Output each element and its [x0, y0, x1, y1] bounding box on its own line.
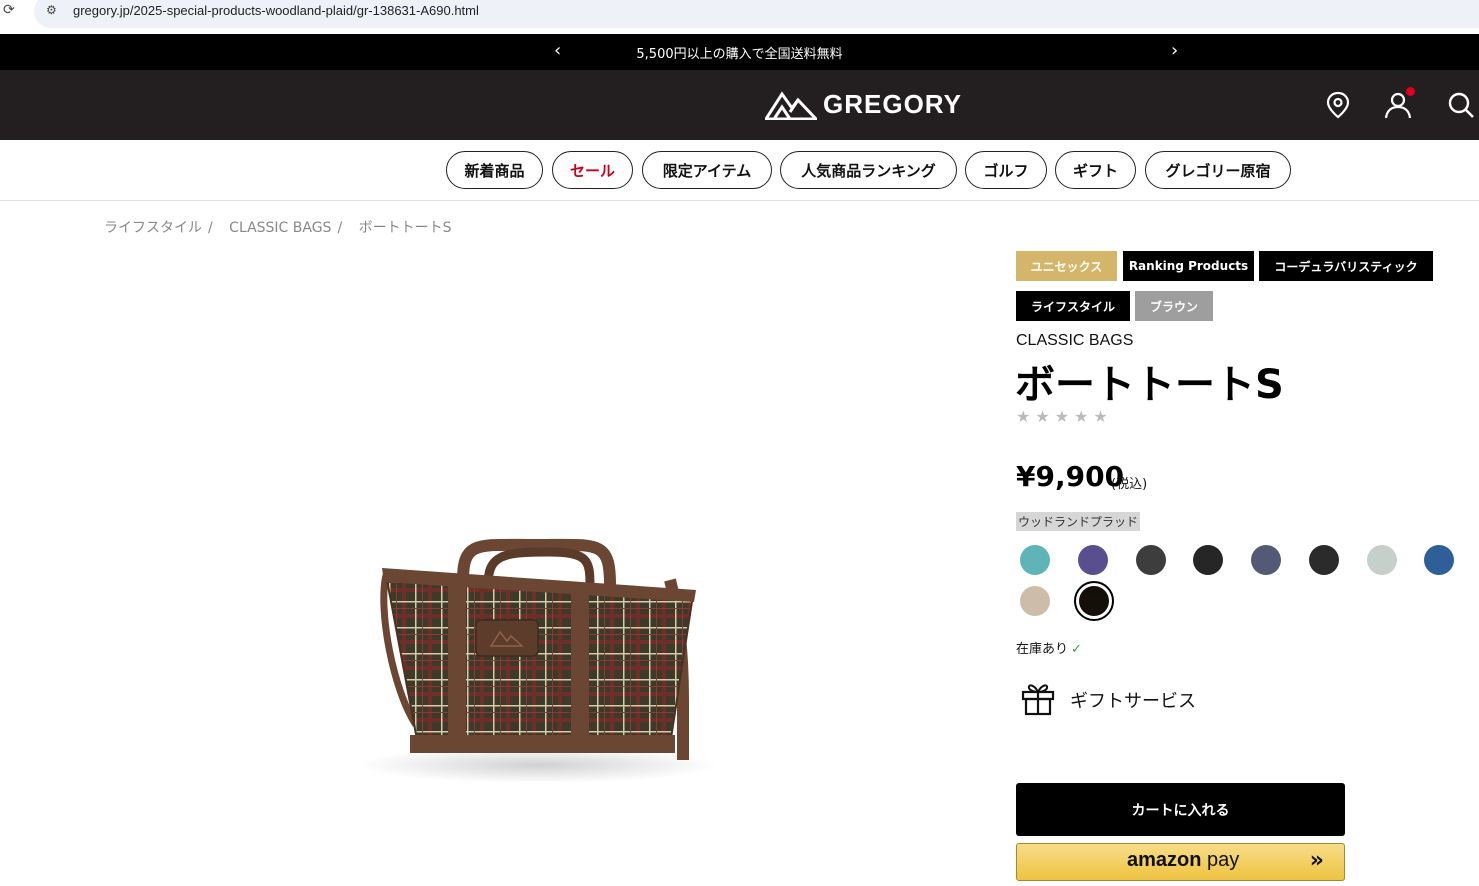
product-image[interactable]: [298, 250, 773, 830]
logo-mountain-icon: [765, 91, 817, 120]
amazon-pay-button[interactable]: amazon pay »: [1016, 843, 1345, 881]
color-swatch-teal[interactable]: [1020, 545, 1050, 575]
product-price: ¥9,900: [1016, 460, 1125, 493]
stock-text: 在庫あり: [1016, 642, 1069, 657]
reload-icon[interactable]: ⟳: [3, 2, 19, 18]
tag-cordura-ballistic[interactable]: コーデュラバリスティック: [1259, 251, 1433, 281]
logo-wordmark: GREGORY: [823, 88, 962, 119]
color-swatch-blue[interactable]: [1424, 545, 1454, 575]
double-chevron-right-icon: »: [1309, 848, 1324, 873]
nav-new-arrivals[interactable]: 新着商品: [446, 151, 543, 189]
selected-color-name: ウッドランドプラッド: [1016, 512, 1141, 531]
breadcrumb-separator: /: [337, 220, 343, 236]
announcement-bar: ‹ 5,500円以上の購入で全国送料無料 ›: [0, 34, 1479, 70]
nav-gift[interactable]: ギフト: [1055, 151, 1136, 189]
nav-ranking[interactable]: 人気商品ランキング: [780, 151, 957, 189]
color-swatch-black-pattern[interactable]: [1309, 545, 1339, 575]
announcement-text: 5,500円以上の購入で全国送料無料: [636, 47, 843, 62]
nav-sale[interactable]: セール: [552, 151, 633, 189]
location-icon[interactable]: [1323, 90, 1353, 120]
tag-unisex[interactable]: ユニセックス: [1016, 251, 1117, 281]
tag-brown[interactable]: ブラウン: [1135, 291, 1213, 321]
color-swatch-purple[interactable]: [1078, 545, 1108, 575]
site-settings-icon[interactable]: ⚙: [46, 3, 57, 17]
breadcrumb-current: ボートトートS: [358, 220, 452, 236]
site-logo[interactable]: GREGORY: [765, 88, 962, 120]
color-swatch-light-gray-pattern[interactable]: [1367, 545, 1397, 575]
product-category: CLASSIC BAGS: [1016, 332, 1134, 349]
nav-harajuku[interactable]: グレゴリー原宿: [1145, 151, 1291, 189]
color-swatch-charcoal[interactable]: [1136, 545, 1166, 575]
color-swatch-woodland-plaid[interactable]: [1079, 586, 1109, 616]
nav-golf[interactable]: ゴルフ: [965, 151, 1047, 189]
check-icon: ✓: [1071, 642, 1082, 657]
gift-icon: [1021, 684, 1055, 716]
tag-lifestyle[interactable]: ライフスタイル: [1016, 291, 1130, 321]
browser-url-bar: ⟳ ⚙ gregory.jp/2025-special-products-woo…: [0, 0, 1479, 34]
breadcrumb: ライフスタイル / CLASSIC BAGS / ボートトートS: [104, 217, 458, 237]
notification-dot: [1406, 87, 1415, 96]
color-swatch-navy-pattern[interactable]: [1251, 545, 1281, 575]
amazon-pay-suffix: pay: [1207, 849, 1240, 871]
search-icon[interactable]: [1446, 90, 1476, 120]
stock-status: 在庫あり ✓: [1016, 638, 1082, 657]
category-nav: 新着商品 セール 限定アイテム 人気商品ランキング ゴルフ ギフト グレゴリー原…: [0, 140, 1479, 201]
url-text[interactable]: gregory.jp/2025-special-products-woodlan…: [73, 3, 479, 18]
amazon-pay-brand: amazon: [1127, 849, 1202, 871]
amazon-pay-text: amazon pay: [1127, 849, 1239, 872]
color-swatch-black[interactable]: [1193, 545, 1223, 575]
breadcrumb-separator: /: [208, 220, 213, 236]
tag-ranking-products[interactable]: Ranking Products: [1123, 251, 1254, 281]
add-to-cart-button[interactable]: カートに入れる: [1016, 783, 1345, 836]
gift-service[interactable]: ギフトサービス: [1016, 678, 1216, 718]
color-swatch-beige[interactable]: [1020, 586, 1050, 616]
nav-limited-items[interactable]: 限定アイテム: [642, 151, 772, 189]
tax-note: (税込): [1111, 477, 1148, 492]
chevron-right-icon[interactable]: ›: [1171, 40, 1178, 61]
rating-stars[interactable]: ★★★★★: [1016, 407, 1113, 426]
gift-service-label: ギフトサービス: [1070, 691, 1196, 712]
breadcrumb-lifestyle[interactable]: ライフスタイル: [104, 220, 202, 236]
product-title: ボートトートS: [1015, 362, 1284, 408]
breadcrumb-classic-bags[interactable]: CLASSIC BAGS: [229, 220, 331, 236]
site-header: GREGORY: [0, 70, 1479, 140]
